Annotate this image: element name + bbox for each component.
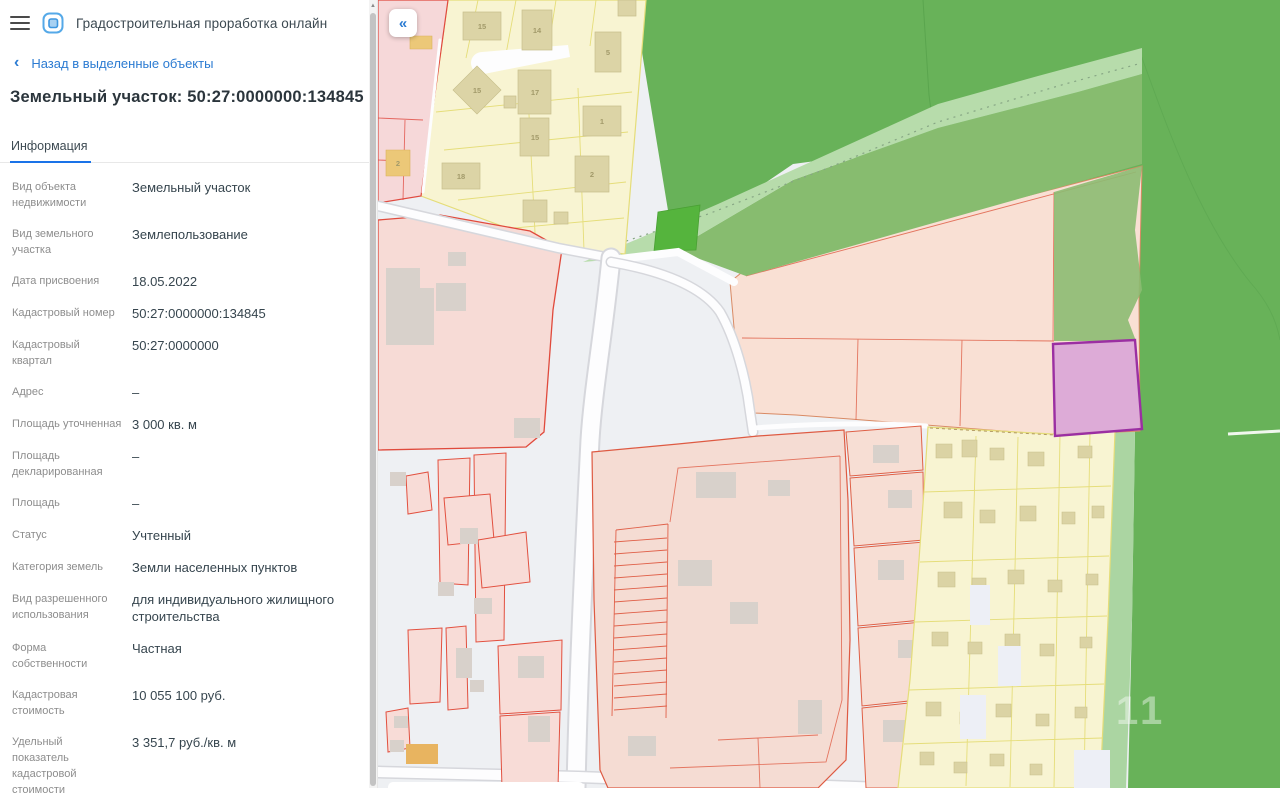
park-square	[654, 205, 700, 251]
tab-information[interactable]: Информация	[10, 132, 91, 163]
info-list: Вид объекта недвижимости Земельный участ…	[0, 163, 377, 798]
building-number: 2	[396, 159, 400, 168]
info-value: Учтенный	[132, 527, 191, 544]
info-value: 10 055 100 руб.	[132, 687, 225, 719]
app-logo-icon	[41, 11, 65, 35]
info-row: Площадь декларированная –	[12, 448, 363, 480]
info-row: Вид объекта недвижимости Земельный участ…	[12, 179, 363, 211]
building-number: 1	[600, 117, 604, 126]
building-number: 17	[531, 88, 539, 97]
sidebar-scrollbar[interactable]: ▲	[369, 0, 377, 788]
collapse-chevrons-icon: «	[399, 15, 407, 32]
back-chevron-icon: ‹	[14, 55, 19, 71]
cadastral-map[interactable]: 11 15 14 5 15 17 15 1 2 18 2 «	[378, 0, 1280, 788]
orange-building	[406, 744, 438, 764]
map-canvas[interactable]: 11 15 14 5 15 17 15 1 2 18 2	[378, 0, 1280, 788]
info-value: 50:27:0000000:134845	[132, 305, 266, 322]
scrollbar-up-icon[interactable]: ▲	[369, 1, 377, 12]
info-sidebar: Градостроительная проработка онлайн ‹ На…	[0, 0, 378, 788]
sidebar-header: Градостроительная проработка онлайн	[0, 0, 377, 35]
tab-bar: Информация	[0, 132, 377, 163]
info-value: для индивидуального жилищного строительс…	[132, 591, 363, 625]
info-label: Площадь	[12, 495, 122, 512]
info-label: Кадастровая стоимость	[12, 687, 122, 719]
info-label: Статус	[12, 527, 122, 544]
info-row: Площадь уточненная 3 000 кв. м	[12, 416, 363, 433]
info-label: Вид земельного участка	[12, 226, 122, 258]
back-link[interactable]: ‹ Назад в выделенные объекты	[14, 55, 377, 71]
info-row: Удельный показатель кадастровой стоимост…	[12, 734, 363, 798]
info-label: Категория земель	[12, 559, 122, 576]
building-number: 2	[590, 170, 594, 179]
info-row: Кадастровый номер 50:27:0000000:134845	[12, 305, 363, 322]
info-value: –	[132, 384, 139, 401]
info-label: Площадь декларированная	[12, 448, 122, 480]
map-attribution-box	[388, 782, 584, 788]
building-number: 18	[457, 172, 465, 181]
menu-icon[interactable]	[10, 16, 30, 30]
collapse-sidebar-button[interactable]: «	[389, 9, 417, 37]
building-number: 15	[531, 133, 539, 142]
gray-building	[514, 418, 540, 438]
gray-building	[436, 283, 466, 311]
app-title: Градостроительная проработка онлайн	[76, 16, 327, 31]
info-row: Статус Учтенный	[12, 527, 363, 544]
info-row: Кадастровая стоимость 10 055 100 руб.	[12, 687, 363, 719]
info-row: Дата присвоения 18.05.2022	[12, 273, 363, 290]
info-label: Вид разрешенного использования	[12, 591, 122, 625]
info-label: Кадастровый номер	[12, 305, 122, 322]
back-link-label: Назад в выделенные объекты	[31, 56, 213, 71]
page-title: Земельный участок: 50:27:0000000:134845	[10, 88, 367, 107]
info-row: Форма собственности Частная	[12, 640, 363, 672]
info-value: –	[132, 448, 139, 480]
info-value: –	[132, 495, 139, 512]
map-watermark: 11	[1116, 689, 1166, 733]
info-value: Частная	[132, 640, 182, 672]
building-number: 15	[478, 22, 486, 31]
info-value: 18.05.2022	[132, 273, 197, 290]
building-number: 5	[606, 48, 610, 57]
building-number: 14	[533, 26, 542, 35]
info-label: Вид объекта недвижимости	[12, 179, 122, 211]
info-row: Вид разрешенного использования для индив…	[12, 591, 363, 625]
green-overlay	[1054, 166, 1142, 341]
info-label: Кадастровый квартал	[12, 337, 122, 369]
info-value: 3 351,7 руб./кв. м	[132, 734, 236, 798]
info-label: Площадь уточненная	[12, 416, 122, 433]
info-value: Земли населенных пунктов	[132, 559, 297, 576]
info-row: Адрес –	[12, 384, 363, 401]
gray-building	[448, 252, 466, 266]
scrollbar-thumb[interactable]	[370, 13, 376, 786]
info-value: 50:27:0000000	[132, 337, 219, 369]
info-row: Вид земельного участка Землепользование	[12, 226, 363, 258]
info-row: Категория земель Земли населенных пункто…	[12, 559, 363, 576]
info-label: Дата присвоения	[12, 273, 122, 290]
info-value: Земельный участок	[132, 179, 250, 211]
info-row: Кадастровый квартал 50:27:0000000	[12, 337, 363, 369]
highlighted-parcel[interactable]	[1053, 340, 1142, 436]
info-label: Адрес	[12, 384, 122, 401]
info-label: Форма собственности	[12, 640, 122, 672]
info-row: Площадь –	[12, 495, 363, 512]
building-number: 15	[473, 86, 481, 95]
info-label: Удельный показатель кадастровой стоимост…	[12, 734, 122, 798]
info-value: 3 000 кв. м	[132, 416, 197, 433]
yellow-zone-bottom	[898, 427, 1115, 788]
info-value: Землепользование	[132, 226, 248, 258]
